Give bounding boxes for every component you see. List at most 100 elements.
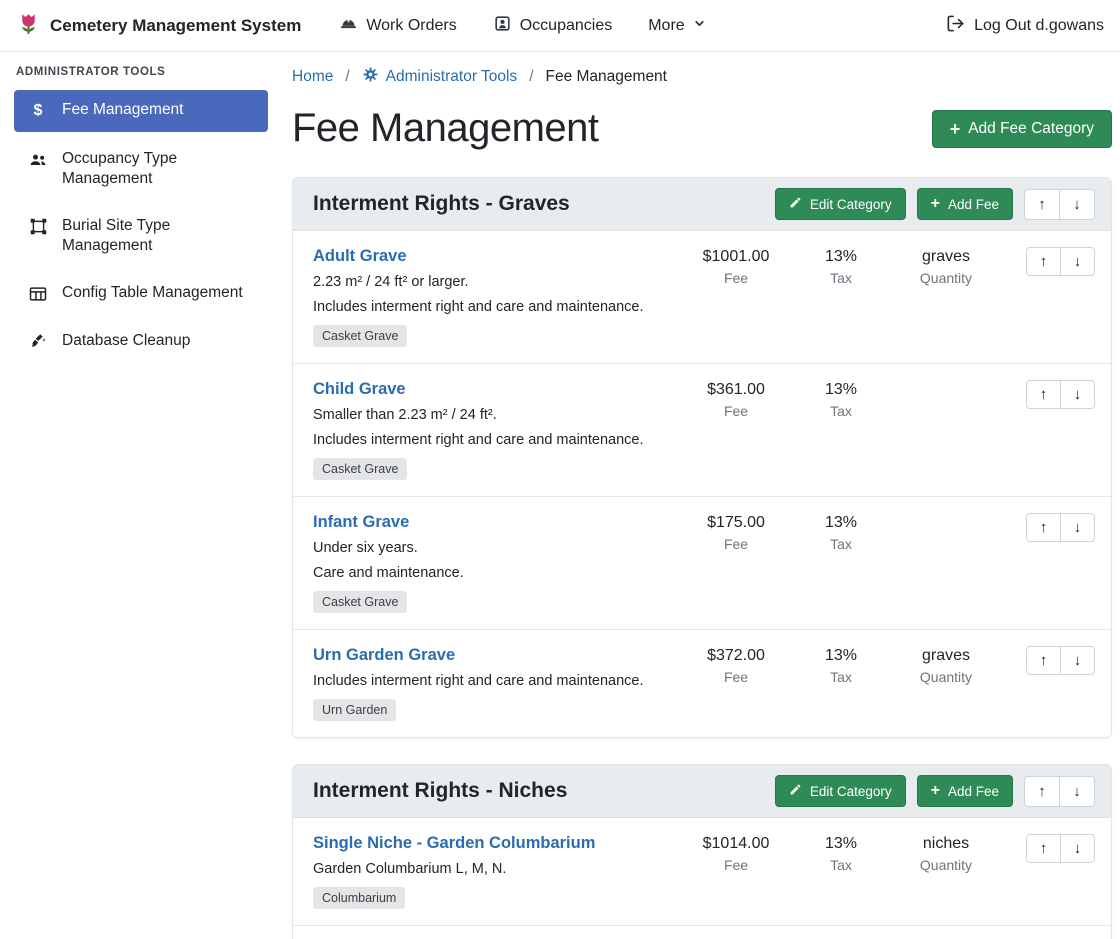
fee-tax-col: 13% Tax	[791, 646, 891, 685]
category-header: Interment Rights - Graves Edit Category …	[293, 178, 1111, 231]
fee-amount-label: Fee	[681, 536, 791, 552]
edit-category-label: Edit Category	[810, 784, 892, 799]
fee-move-up-button[interactable]: ↑	[1026, 380, 1061, 409]
fee-info: Child Grave Smaller than 2.23 m² / 24 ft…	[313, 380, 681, 480]
fee-quantity: graves	[891, 248, 1001, 266]
logout-link[interactable]: Log Out d.gowans	[946, 14, 1104, 38]
nav-links: Work Orders Occupancies More	[339, 14, 946, 38]
nav-work-orders[interactable]: Work Orders	[339, 14, 456, 38]
breadcrumb-admin-tools[interactable]: Administrator Tools	[362, 66, 518, 88]
logout-icon	[946, 14, 965, 38]
main-content: Home / Administrator Tool	[280, 52, 1120, 939]
category-title: Interment Rights - Niches	[313, 779, 775, 803]
nav-occupancies[interactable]: Occupancies	[493, 14, 613, 38]
top-navbar: Cemetery Management System Work Orders	[0, 0, 1120, 52]
fee-move-down-button[interactable]: ↓	[1060, 646, 1095, 675]
gear-icon	[362, 66, 379, 88]
nav-more[interactable]: More	[648, 17, 705, 35]
fee-move-up-button[interactable]: ↑	[1026, 247, 1061, 276]
sidebar-item-label: Burial Site Type Management	[62, 216, 255, 256]
category-move-up-button[interactable]: ↑	[1024, 189, 1060, 220]
fee-amount-label: Fee	[681, 857, 791, 873]
fee-move-down-button[interactable]: ↓	[1060, 247, 1095, 276]
fee-move-up-button[interactable]: ↑	[1026, 646, 1061, 675]
fee-amount: $372.00	[681, 647, 791, 665]
edit-category-button[interactable]: Edit Category	[775, 188, 906, 220]
sidebar-item-burial-site-type[interactable]: Burial Site Type Management	[14, 206, 268, 266]
fee-quantity-label: Quantity	[891, 857, 1001, 873]
fee-name-link[interactable]: Single Niche - Garden Columbarium	[313, 834, 595, 853]
fee-quantity-col	[891, 380, 1001, 381]
sidebar: ADMINISTRATOR TOOLS $ Fee Management Occ…	[0, 52, 280, 939]
page-title: Fee Management	[292, 106, 599, 151]
fee-move-up-button[interactable]: ↑	[1026, 834, 1061, 863]
logout-label: Log Out d.gowans	[974, 17, 1104, 35]
breadcrumb: Home / Administrator Tool	[292, 66, 1112, 88]
category-title: Interment Rights - Graves	[313, 192, 775, 216]
brand-link[interactable]: Cemetery Management System	[16, 11, 301, 41]
fee-name-link[interactable]: Adult Grave	[313, 247, 407, 266]
nav-more-label: More	[648, 17, 684, 35]
fee-description-line: 2.23 m² / 24 ft² or larger.	[313, 274, 671, 290]
category-move-down-button[interactable]: ↓	[1059, 189, 1095, 220]
fee-description-line: Smaller than 2.23 m² / 24 ft².	[313, 407, 671, 423]
fee-amount-col: $372.00 Fee	[681, 646, 791, 685]
category-move-up-button[interactable]: ↑	[1024, 776, 1060, 807]
sidebar-item-database-cleanup[interactable]: Database Cleanup	[14, 321, 268, 361]
add-fee-button[interactable]: + Add Fee	[917, 775, 1013, 807]
fee-tax-label: Tax	[791, 403, 891, 419]
fee-amount-col: $1001.00 Fee	[681, 247, 791, 286]
fee-row: Child Grave Smaller than 2.23 m² / 24 ft…	[293, 363, 1111, 496]
fee-quantity-col	[891, 513, 1001, 514]
fee-tax-label: Tax	[791, 270, 891, 286]
fee-info: Adult Grave 2.23 m² / 24 ft² or larger. …	[313, 247, 681, 347]
add-fee-category-button[interactable]: + Add Fee Category	[932, 110, 1112, 148]
fee-tax-label: Tax	[791, 536, 891, 552]
fee-type-badge: Casket Grave	[313, 325, 407, 347]
fee-move-up-button[interactable]: ↑	[1026, 513, 1061, 542]
fee-amount-col: $361.00 Fee	[681, 380, 791, 419]
pencil-icon	[789, 783, 802, 799]
fee-type-badge: Casket Grave	[313, 591, 407, 613]
fee-amount: $1001.00	[681, 248, 791, 266]
fee-type-badge: Urn Garden	[313, 699, 396, 721]
fee-name-link[interactable]: Infant Grave	[313, 513, 409, 532]
fee-tax-label: Tax	[791, 857, 891, 873]
breadcrumb-separator: /	[529, 68, 533, 86]
fee-move-down-button[interactable]: ↓	[1060, 834, 1095, 863]
sidebar-item-occupancy-type[interactable]: Occupancy Type Management	[14, 139, 268, 199]
fee-row: Single Niche - Garden Columbarium Garden…	[293, 818, 1111, 925]
person-frame-icon	[493, 14, 512, 38]
edit-category-button[interactable]: Edit Category	[775, 775, 906, 807]
fee-description-line: Includes interment right and care and ma…	[313, 432, 671, 448]
sidebar-title: ADMINISTRATOR TOOLS	[16, 66, 268, 78]
fee-amount: $361.00	[681, 381, 791, 399]
add-fee-category-label: Add Fee Category	[968, 120, 1094, 138]
sidebar-item-fee-management[interactable]: $ Fee Management	[14, 90, 268, 132]
fee-move-down-button[interactable]: ↓	[1060, 513, 1095, 542]
fee-move-down-button[interactable]: ↓	[1060, 380, 1095, 409]
fee-quantity-col: graves Quantity	[891, 247, 1001, 286]
sidebar-item-config-table[interactable]: Config Table Management	[14, 273, 268, 314]
fee-name-link[interactable]: Urn Garden Grave	[313, 646, 455, 665]
category-header: Interment Rights - Niches Edit Category …	[293, 765, 1111, 818]
edit-category-label: Edit Category	[810, 197, 892, 212]
fee-reorder: ↑ ↓	[1007, 834, 1095, 863]
chevron-down-icon	[693, 17, 706, 35]
sidebar-item-label: Database Cleanup	[62, 331, 190, 351]
fee-name-link[interactable]: Child Grave	[313, 380, 406, 399]
category-move-down-button[interactable]: ↓	[1059, 776, 1095, 807]
fee-info: Single Niche - Garden Columbarium Garden…	[313, 834, 681, 909]
fee-tax-col: 13% Tax	[791, 513, 891, 552]
sidebar-item-label: Fee Management	[62, 100, 184, 120]
fee-description-line: Includes interment right and care and ma…	[313, 673, 671, 689]
add-fee-button[interactable]: + Add Fee	[917, 188, 1013, 220]
fee-tax-label: Tax	[791, 669, 891, 685]
fee-row: Adult Grave 2.23 m² / 24 ft² or larger. …	[293, 231, 1111, 363]
fee-type-badge: Casket Grave	[313, 458, 407, 480]
sidebar-item-label: Occupancy Type Management	[62, 149, 255, 189]
breadcrumb-home[interactable]: Home	[292, 68, 333, 86]
fee-category-card: Interment Rights - Niches Edit Category …	[292, 764, 1112, 939]
users-icon	[27, 150, 49, 170]
fee-tax: 13%	[791, 835, 891, 853]
